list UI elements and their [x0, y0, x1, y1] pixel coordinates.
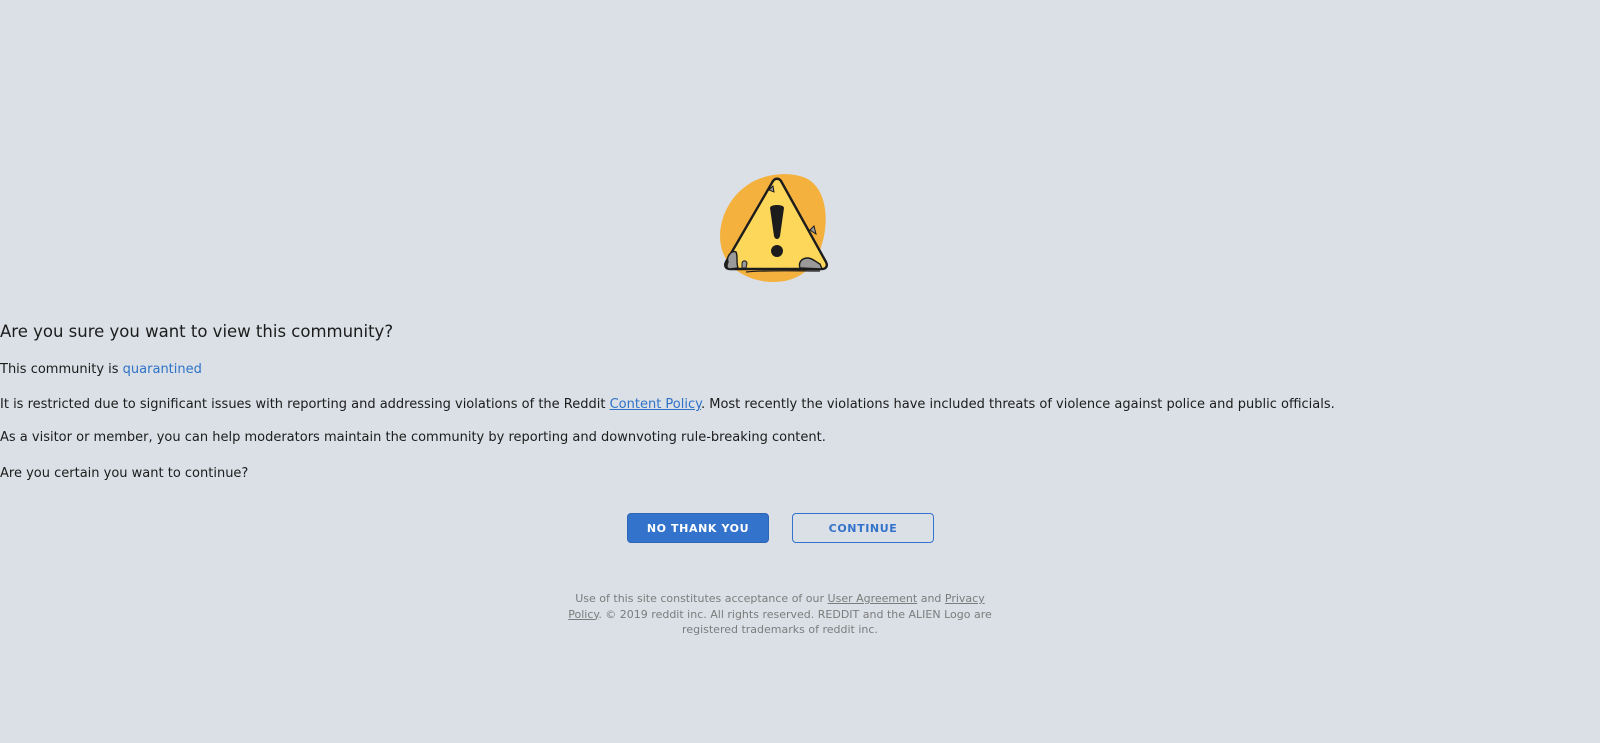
continue-question: Are you certain you want to continue? — [0, 466, 249, 481]
footer-and: and — [920, 592, 942, 605]
legal-footer: Use of this site constitutes acceptance … — [560, 591, 1000, 638]
desc1-after: . Most recently the violations have incl… — [700, 397, 1335, 412]
restriction-description: It is restricted due to significant issu… — [0, 396, 1600, 414]
status-prefix: This community is — [0, 362, 119, 377]
user-agreement-link[interactable]: User Agreement — [828, 592, 918, 605]
no-thank-you-button[interactable]: NO THANK YOU — [627, 513, 769, 543]
content-policy-link[interactable]: Content Policy — [610, 397, 701, 412]
visitor-help-text: As a visitor or member, you can help mod… — [0, 430, 826, 445]
warning-triangle-icon — [716, 172, 836, 290]
dialog-heading: Are you sure you want to view this commu… — [0, 322, 394, 341]
desc1-before: It is restricted due to significant issu… — [0, 397, 606, 412]
quarantined-link[interactable]: quarantined — [123, 362, 202, 377]
footer-text-after: . © 2019 reddit inc. All rights reserved… — [598, 607, 992, 637]
footer-text-before: Use of this site constitutes acceptance … — [575, 592, 825, 605]
continue-button[interactable]: CONTINUE — [792, 513, 934, 543]
quarantine-page: Are you sure you want to view this commu… — [0, 0, 1600, 743]
quarantine-status: This community is quarantined — [0, 361, 1600, 379]
